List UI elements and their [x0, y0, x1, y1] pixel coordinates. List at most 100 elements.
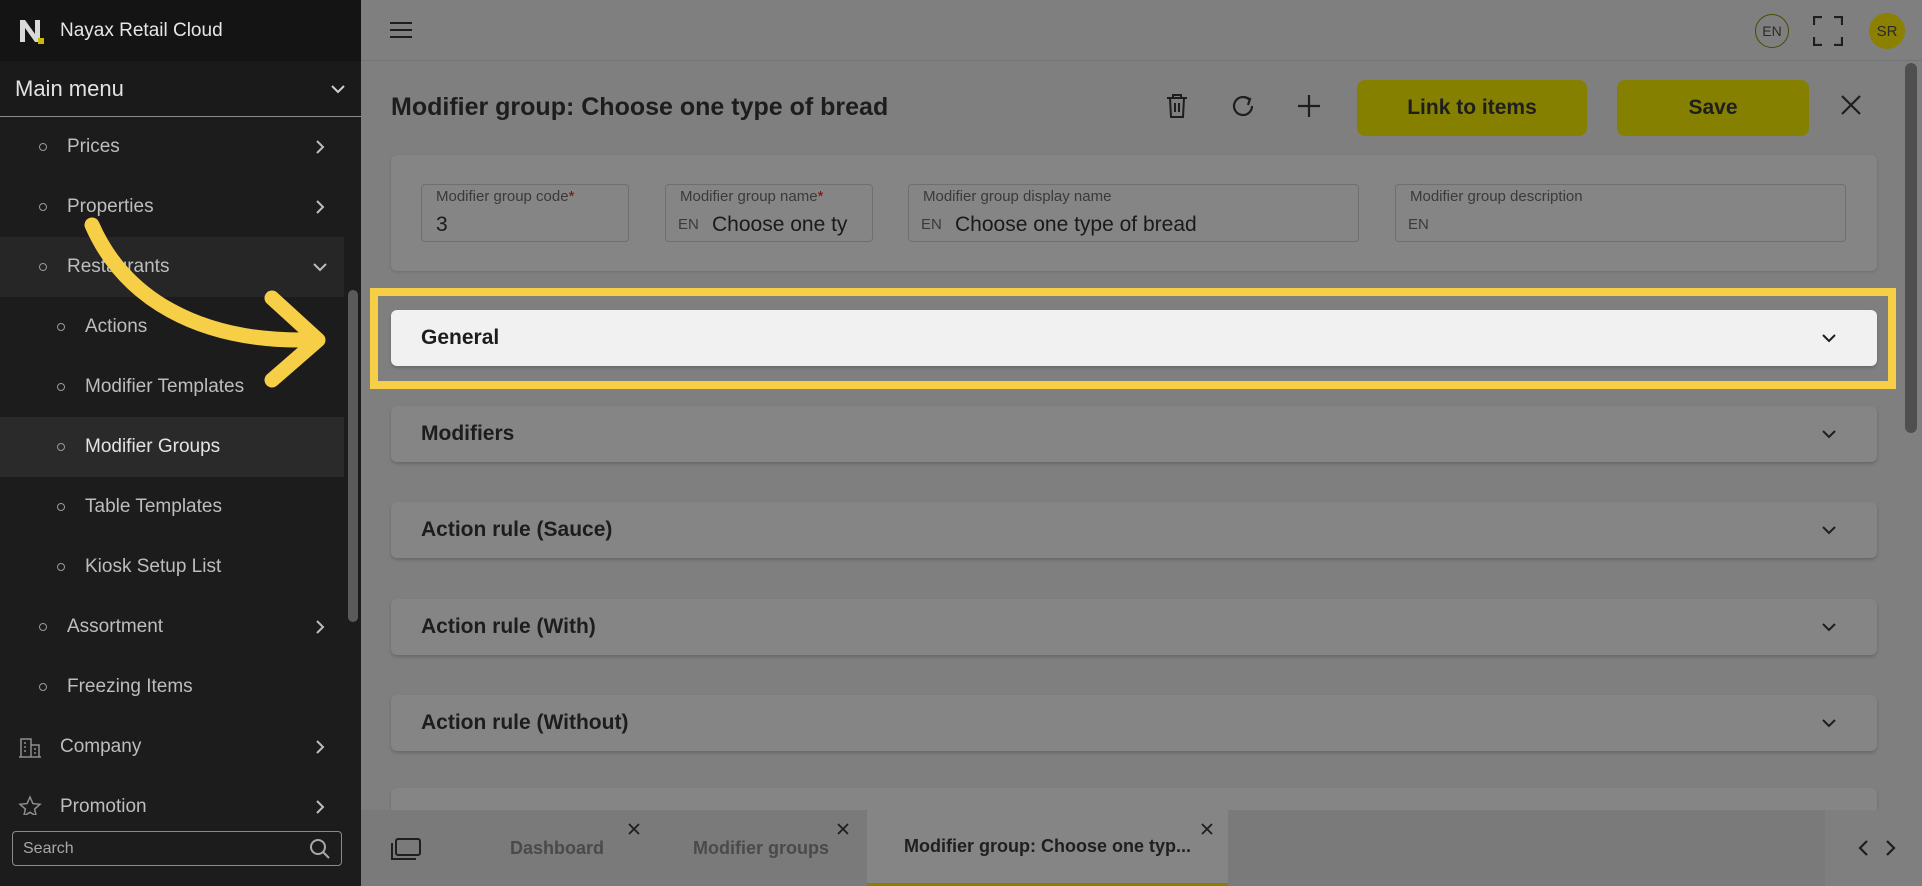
tab-label: Modifier groups	[693, 837, 829, 858]
highlight-frame	[370, 288, 1896, 389]
close-icon[interactable]	[1200, 822, 1214, 836]
sidebar-item-table-templates[interactable]: Table Templates	[0, 477, 344, 537]
chevron-down-icon	[1822, 526, 1836, 535]
modifier-group-name-field[interactable]: Modifier group name* EN Choose one ty	[665, 184, 873, 242]
field-label-text: Modifier group name	[680, 188, 818, 205]
sidebar: Nayax Retail Cloud Main menu Prices Prop…	[0, 0, 361, 886]
section-modifiers[interactable]: Modifiers	[391, 406, 1877, 462]
brand-header: Nayax Retail Cloud	[0, 0, 361, 61]
tab-label: Modifier group: Choose one typ...	[904, 836, 1191, 856]
chevron-down-icon	[1822, 430, 1836, 439]
sidebar-item-label: Properties	[67, 196, 154, 217]
chevron-down-icon	[331, 84, 345, 93]
field-label: Modifier group display name	[923, 188, 1112, 205]
hamburger-menu-icon[interactable]	[389, 19, 413, 41]
section-title: Action rule (Sauce)	[421, 518, 613, 541]
building-icon	[19, 738, 41, 758]
modifier-group-name-value: Choose one ty	[712, 213, 848, 236]
plus-icon	[1298, 95, 1320, 117]
sidebar-item-label: Modifier Groups	[85, 436, 221, 457]
sidebar-item-label: Kiosk Setup List	[85, 556, 222, 577]
sidebar-item-restaurants[interactable]: Restaurants	[0, 237, 344, 297]
main-content: Modifier group: Choose one type of bread…	[361, 61, 1922, 810]
sidebar-item-label: Freezing Items	[67, 676, 193, 697]
bottom-tab-bar: Dashboard Modifier groups Modifier group…	[361, 810, 1922, 886]
tab-scroll-controls	[1825, 810, 1922, 886]
chevron-right-icon[interactable]	[1884, 839, 1898, 857]
top-bar: EN SR	[361, 0, 1922, 61]
language-selector[interactable]: EN	[1755, 14, 1789, 48]
modifier-group-display-name-field[interactable]: Modifier group display name EN Choose on…	[908, 184, 1359, 242]
sidebar-item-modifier-templates[interactable]: Modifier Templates	[0, 357, 344, 417]
chevron-down-icon	[1822, 623, 1836, 632]
sidebar-item-label: Table Templates	[85, 496, 222, 517]
tab-label: Dashboard	[509, 837, 605, 858]
sidebar-item-label: Actions	[85, 316, 148, 337]
section-title: Modifiers	[421, 422, 515, 445]
field-label: Modifier group description	[1410, 188, 1583, 205]
modifier-group-description-field[interactable]: Modifier group description EN	[1395, 184, 1846, 242]
section-title: Action rule (With)	[421, 615, 596, 638]
sidebar-item-kiosk-setup-list[interactable]: Kiosk Setup List	[0, 537, 344, 597]
required-mark: *	[568, 188, 575, 205]
close-icon[interactable]	[1840, 94, 1862, 116]
avatar-initials: SR	[1876, 22, 1898, 40]
section-action-rule-with[interactable]: Action rule (With)	[391, 599, 1877, 655]
add-button[interactable]	[1294, 91, 1324, 121]
sidebar-search	[12, 831, 342, 866]
page-title: Modifier group: Choose one type of bread	[391, 93, 889, 121]
sidebar-item-company[interactable]: Company	[0, 717, 344, 777]
sidebar-item-assortment[interactable]: Assortment	[0, 597, 344, 657]
modifier-group-display-name-value: Choose one type of bread	[955, 213, 1197, 236]
chevron-right-icon	[316, 740, 325, 754]
chevron-right-icon	[316, 140, 325, 154]
chevron-down-icon	[313, 263, 327, 272]
bullet-icon	[57, 503, 65, 511]
nayax-logo-icon	[20, 19, 44, 44]
header-fields-card: Modifier group code* 3 Modifier group na…	[391, 155, 1877, 271]
tab-modifier-group-detail[interactable]: Modifier group: Choose one typ...	[867, 810, 1228, 886]
bullet-icon	[39, 203, 47, 211]
page-scrollbar[interactable]	[1905, 63, 1917, 433]
bullet-icon	[57, 443, 65, 451]
bullet-icon	[57, 563, 65, 571]
section-action-rule-sauce[interactable]: Action rule (Sauce)	[391, 502, 1877, 558]
chevron-right-icon	[316, 200, 325, 214]
bullet-icon	[39, 623, 47, 631]
chevron-left-icon[interactable]	[1856, 839, 1870, 857]
windows-icon[interactable]	[391, 838, 421, 860]
close-icon[interactable]	[627, 822, 641, 836]
sidebar-item-actions[interactable]: Actions	[0, 297, 344, 357]
language-tag: EN	[1408, 216, 1429, 233]
field-label: Modifier group name*	[680, 188, 823, 205]
delete-button[interactable]	[1162, 91, 1192, 121]
link-to-items-button[interactable]: Link to items	[1357, 80, 1587, 136]
save-button[interactable]: Save	[1617, 80, 1809, 136]
search-icon[interactable]	[309, 838, 331, 860]
search-input[interactable]	[23, 839, 309, 858]
sidebar-menu: Prices Properties Restaurants Actions Mo…	[0, 117, 344, 815]
sidebar-item-modifier-groups[interactable]: Modifier Groups	[0, 417, 344, 477]
sidebar-item-prices[interactable]: Prices	[0, 117, 344, 177]
main-menu-toggle[interactable]: Main menu	[0, 61, 361, 117]
sidebar-item-freezing-items[interactable]: Freezing Items	[0, 657, 344, 717]
brand-title: Nayax Retail Cloud	[60, 19, 223, 41]
close-icon[interactable]	[836, 822, 850, 836]
tab-modifier-groups[interactable]: Modifier groups	[658, 810, 864, 886]
chevron-right-icon	[316, 800, 325, 814]
sidebar-item-label: Prices	[67, 136, 120, 157]
sidebar-item-label: Company	[60, 736, 142, 757]
bullet-icon	[39, 263, 47, 271]
refresh-button[interactable]	[1228, 91, 1258, 121]
sidebar-item-promotion[interactable]: Promotion	[0, 777, 344, 815]
sidebar-item-label: Promotion	[60, 796, 147, 815]
user-avatar[interactable]: SR	[1869, 13, 1905, 49]
sidebar-item-properties[interactable]: Properties	[0, 177, 344, 237]
tab-dashboard[interactable]: Dashboard	[459, 810, 655, 886]
bullet-icon	[39, 143, 47, 151]
fullscreen-icon[interactable]	[1813, 16, 1843, 46]
bullet-icon	[57, 383, 65, 391]
modifier-group-code-field[interactable]: Modifier group code* 3	[421, 184, 629, 242]
sidebar-scrollbar[interactable]	[348, 290, 358, 622]
section-action-rule-without[interactable]: Action rule (Without)	[391, 695, 1877, 751]
